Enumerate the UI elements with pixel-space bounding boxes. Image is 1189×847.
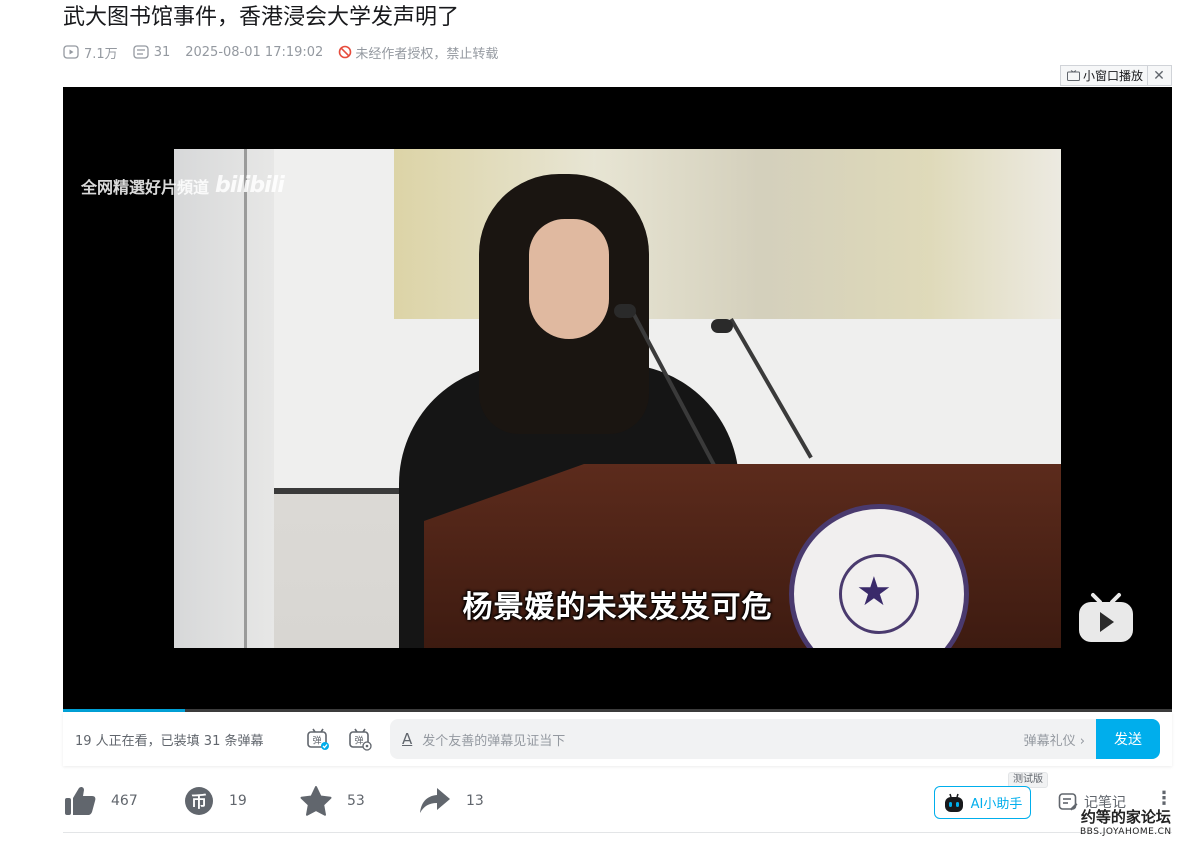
video-player[interactable]: ★ 全网精選好片頻道 bilibili 杨景媛的未来岌岌可危 xyxy=(63,87,1172,711)
danmaku-input[interactable]: A 发个友善的弹幕见证当下 弹幕礼仪 › xyxy=(390,719,1097,759)
channel-watermark: 全网精選好片頻道 bilibili xyxy=(81,173,285,198)
site-watermark-cn: 约等的家论坛 xyxy=(1080,808,1171,826)
video-subtitle: 杨景媛的未来岌岌可危 xyxy=(462,590,773,625)
mini-window-icon xyxy=(1067,70,1080,81)
bilibili-logo: bilibili xyxy=(215,173,285,198)
microphone-head xyxy=(711,319,733,333)
video-meta: 7.1万 31 2025-08-01 17:19:02 未经作者授权，禁止转载 xyxy=(63,42,498,62)
svg-text:币: 币 xyxy=(191,792,207,811)
svg-text:弹: 弹 xyxy=(354,735,363,747)
share-arrow-icon xyxy=(420,788,450,813)
mini-player-close-icon[interactable]: ✕ xyxy=(1148,68,1170,84)
mini-player-bar: 小窗口播放 ✕ xyxy=(1060,65,1172,86)
ai-assistant-label: AI小助手 xyxy=(970,797,1023,812)
star-icon xyxy=(300,786,332,816)
video-frame: ★ xyxy=(174,149,1061,648)
copyright-notice: 未经作者授权，禁止转载 xyxy=(338,43,498,62)
coin-button[interactable]: 币 19 xyxy=(183,785,247,817)
danmaku-settings-icon[interactable]: 弹 xyxy=(348,727,372,751)
danmaku-stat: 31 xyxy=(133,44,171,60)
danmaku-bar: 19 人正在看，已装填 31 条弹幕 弹 弹 A 发个友善的弹幕见证当下 弹幕礼… xyxy=(63,712,1172,766)
watching-count: 19 人正在看，已装填 31 条弹幕 xyxy=(75,733,264,749)
danmaku-etiquette-link[interactable]: 弹幕礼仪 › xyxy=(1024,730,1085,749)
no-entry-icon xyxy=(339,45,352,59)
danmaku-style-icon[interactable]: A xyxy=(402,730,412,748)
danmaku-count: 31 xyxy=(153,44,171,60)
mini-player-button[interactable]: 小窗口播放 xyxy=(1061,66,1149,85)
thumbs-up-icon xyxy=(65,786,96,815)
video-title: 武大图书馆事件，香港浸会大学发声明了 xyxy=(63,5,460,30)
danmaku-count-icon xyxy=(133,45,149,59)
robot-icon xyxy=(944,793,963,812)
views-count: 7.1万 xyxy=(84,46,118,62)
danmaku-input-placeholder: 发个友善的弹幕见证当下 xyxy=(422,733,566,749)
microphone-head xyxy=(614,304,636,318)
danmaku-toggle-icon[interactable]: 弹 xyxy=(306,727,330,751)
backdrop-wall xyxy=(174,149,274,648)
bilibili-tv-icon[interactable] xyxy=(1079,592,1133,642)
share-count: 13 xyxy=(466,793,484,809)
favorite-count: 53 xyxy=(347,793,365,809)
like-count: 467 xyxy=(111,793,138,809)
send-danmaku-button[interactable]: 发送 xyxy=(1096,719,1160,759)
channel-watermark-text: 全网精選好片頻道 xyxy=(81,177,210,197)
coin-icon: 币 xyxy=(185,787,213,815)
site-watermark-en: BBS.JOYAHOME.CN xyxy=(1080,827,1172,837)
ai-assistant-button[interactable]: AI小助手 xyxy=(934,786,1031,819)
speaker-face xyxy=(529,219,609,339)
mini-player-label: 小窗口播放 xyxy=(1083,69,1144,83)
publish-date: 2025-08-01 17:19:02 xyxy=(185,44,324,60)
play-count-icon xyxy=(63,45,79,59)
backdrop-wall-edge xyxy=(244,149,247,648)
like-button[interactable]: 467 xyxy=(63,785,138,817)
views-stat: 7.1万 xyxy=(63,43,118,62)
note-icon xyxy=(1058,793,1078,811)
copyright-notice-text: 未经作者授权，禁止转载 xyxy=(355,46,499,62)
favorite-button[interactable]: 53 xyxy=(299,785,365,817)
more-options-icon[interactable]: ⋮ xyxy=(1155,790,1173,808)
site-watermark: 约等的家论坛 BBS.JOYAHOME.CN xyxy=(1080,806,1172,837)
share-button[interactable]: 13 xyxy=(418,785,484,817)
coin-count: 19 xyxy=(229,793,247,809)
section-divider xyxy=(63,832,1172,833)
svg-text:弹: 弹 xyxy=(312,735,321,747)
